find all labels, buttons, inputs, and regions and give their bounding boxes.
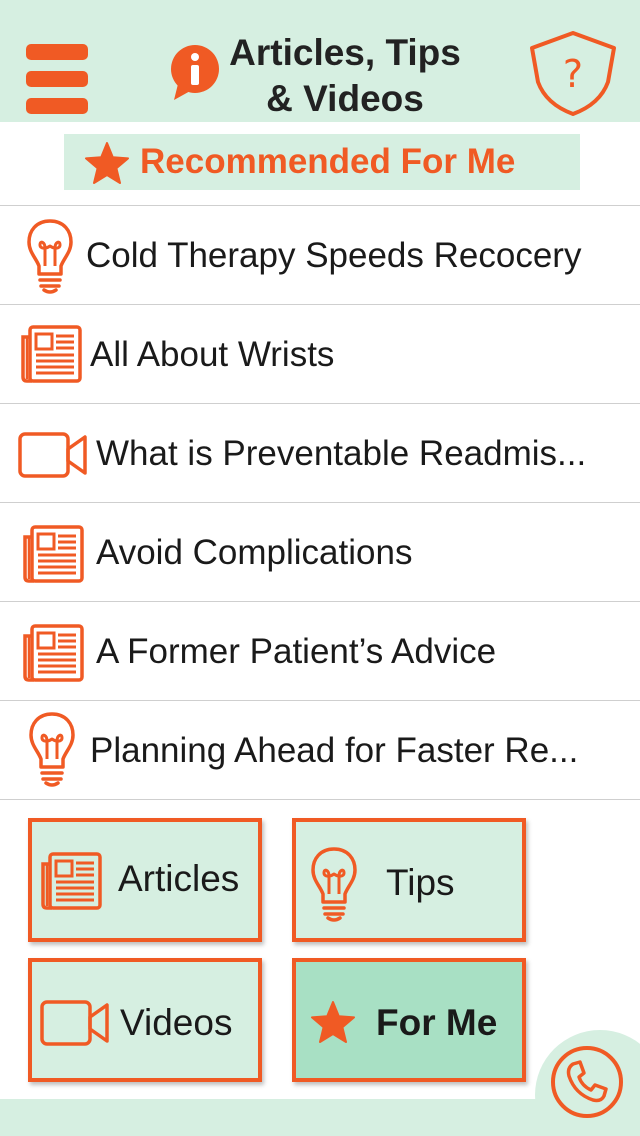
app-header: Articles, Tips & Videos ? bbox=[0, 0, 640, 122]
list-item[interactable]: Planning Ahead for Faster Re... bbox=[0, 701, 640, 800]
recommended-banner: Recommended For Me bbox=[64, 134, 580, 190]
lightbulb-icon bbox=[29, 712, 75, 787]
list-item-title: Avoid Complications bbox=[96, 533, 413, 572]
hamburger-menu-icon[interactable] bbox=[26, 44, 88, 114]
list-item[interactable]: Cold Therapy Speeds Recocery bbox=[0, 206, 640, 305]
phone-icon bbox=[551, 1046, 623, 1118]
svg-text:?: ? bbox=[563, 52, 583, 96]
newspaper-icon bbox=[21, 325, 82, 383]
content-list: Cold Therapy Speeds Recocery All About W… bbox=[0, 205, 640, 800]
list-item[interactable]: A Former Patient’s Advice bbox=[0, 602, 640, 701]
list-item[interactable]: What is Preventable Readmis... bbox=[0, 404, 640, 503]
recommended-label: Recommended For Me bbox=[140, 142, 516, 181]
list-item-title: Planning Ahead for Faster Re... bbox=[90, 731, 579, 770]
lightbulb-icon bbox=[27, 219, 73, 294]
tips-filter-label: Tips bbox=[386, 862, 455, 903]
newspaper-icon bbox=[23, 624, 84, 682]
for-me-filter-button[interactable]: For Me bbox=[292, 958, 526, 1082]
lightbulb-icon bbox=[311, 847, 357, 922]
list-item-title: All About Wrists bbox=[90, 335, 335, 374]
page-title: Articles, Tips & Videos bbox=[222, 30, 468, 122]
videos-filter-label: Videos bbox=[120, 1002, 233, 1043]
videos-filter-button[interactable]: Videos bbox=[28, 958, 262, 1082]
list-item-title: What is Preventable Readmis... bbox=[96, 434, 587, 473]
page-title-line-1: Articles, Tips bbox=[229, 32, 461, 73]
page-title-line-2: & Videos bbox=[266, 78, 424, 119]
video-camera-icon bbox=[18, 432, 87, 478]
question-shield-icon[interactable]: ? bbox=[528, 30, 618, 116]
articles-filter-label: Articles bbox=[118, 858, 240, 899]
articles-filter-button[interactable]: Articles bbox=[28, 818, 262, 942]
call-button[interactable] bbox=[535, 1030, 640, 1136]
list-item-title: A Former Patient’s Advice bbox=[96, 632, 497, 671]
newspaper-icon bbox=[23, 525, 84, 583]
star-icon bbox=[311, 1001, 355, 1043]
video-camera-icon bbox=[40, 1000, 109, 1046]
for-me-filter-label: For Me bbox=[376, 1002, 498, 1043]
tips-filter-button[interactable]: Tips bbox=[292, 818, 526, 942]
star-icon bbox=[85, 142, 129, 184]
newspaper-icon bbox=[41, 852, 102, 910]
info-speech-bubble-icon bbox=[171, 45, 219, 100]
list-item[interactable]: All About Wrists bbox=[0, 305, 640, 404]
list-item[interactable]: Avoid Complications bbox=[0, 503, 640, 602]
list-item-title: Cold Therapy Speeds Recocery bbox=[86, 236, 582, 275]
